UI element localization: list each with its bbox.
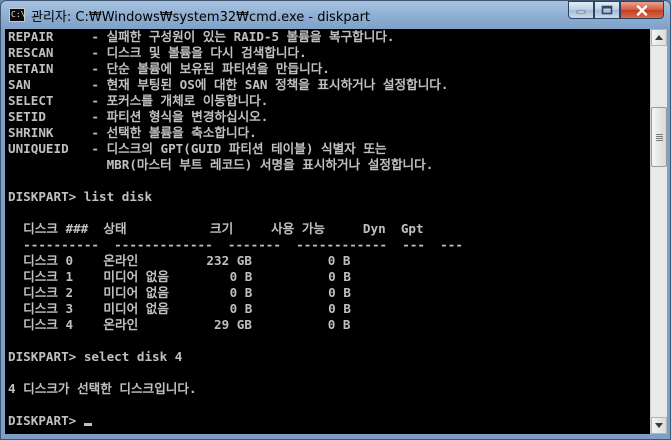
window-title: 관리자: C:₩Windows₩system32₩cmd.exe - diskp…: [31, 10, 371, 25]
arrow-up-icon: [655, 35, 663, 40]
prompt-text: DISKPART>: [8, 413, 84, 428]
vertical-scrollbar[interactable]: [650, 29, 667, 434]
maximize-button[interactable]: [594, 1, 620, 19]
window-controls: [568, 1, 664, 21]
close-icon: [636, 4, 648, 16]
console-line: DISKPART> list disk: [8, 189, 153, 204]
scroll-down-button[interactable]: [651, 417, 667, 434]
console-line: SHRINK - 선택한 볼륨을 축소합니다.: [8, 125, 257, 140]
console-line: 디스크 2 미디어 없음 0 B 0 B: [8, 285, 351, 300]
console-line: UNIQUEID - 디스크의 GPT(GUID 파티션 테이블) 식별자 또는: [8, 141, 387, 156]
console-line: 4 디스크가 선택한 디스크입니다.: [8, 381, 197, 396]
close-button[interactable]: [620, 1, 664, 19]
grip-line: [656, 138, 663, 139]
console-line: 디스크 4 온라인 29 GB 0 B: [8, 317, 351, 332]
scroll-up-button[interactable]: [651, 29, 667, 46]
console-line: RESCAN - 디스크 및 볼륨을 다시 검색합니다.: [8, 45, 307, 60]
console-line: 디스크 0 온라인 232 GB 0 B: [8, 253, 351, 268]
grip-line: [656, 136, 663, 137]
console-line: 디스크 3 미디어 없음 0 B 0 B: [8, 301, 351, 316]
minimize-button[interactable]: [568, 1, 594, 19]
prompt-line[interactable]: DISKPART>: [8, 413, 92, 429]
text-cursor: [83, 423, 92, 426]
console-line: 디스크 1 미디어 없음 0 B 0 B: [8, 269, 351, 284]
grip-line: [656, 134, 663, 135]
arrow-down-icon: [655, 423, 663, 428]
grip-line: [656, 140, 663, 141]
title-bar[interactable]: C:\ 관리자: C:₩Windows₩system32₩cmd.exe - d…: [1, 1, 670, 29]
maximize-icon: [601, 5, 613, 15]
console-line: ---------- ------------- ------- -------…: [8, 237, 463, 252]
console-line: RETAIN - 단순 볼륨에 보유된 파티션을 만듭니다.: [8, 61, 330, 76]
console-line: MBR(마스터 부트 레코드) 서명을 표시하거나 설정합니다.: [8, 157, 434, 172]
cmd-window: C:\ 관리자: C:₩Windows₩system32₩cmd.exe - d…: [0, 0, 671, 440]
console-line: SETID - 파티션 형식을 변경하십시오.: [8, 109, 269, 124]
console-line: DISKPART> select disk 4: [8, 349, 183, 364]
console-line: 디스크 ### 상태 크기 사용 가능 Dyn Gpt: [8, 221, 424, 236]
scrollbar-thumb[interactable]: [651, 107, 667, 167]
cmd-icon[interactable]: C:\: [9, 8, 25, 22]
console-output[interactable]: REPAIR - 실패한 구성원이 있는 RAID-5 볼륨을 복구합니다. R…: [5, 29, 650, 434]
minimize-icon: [576, 10, 586, 14]
console-line: REPAIR - 실패한 구성원이 있는 RAID-5 볼륨을 복구합니다.: [8, 29, 395, 44]
console-line: SELECT - 포커스를 개체로 이동합니다.: [8, 93, 269, 108]
console-line: SAN - 현재 부팅된 OS에 대한 SAN 정책을 표시하거나 설정합니다.: [8, 77, 449, 92]
